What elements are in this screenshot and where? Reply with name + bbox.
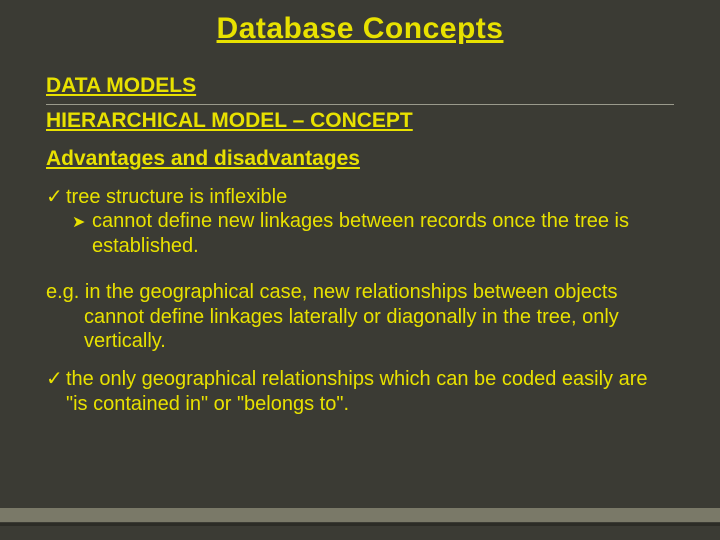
body-text: tree structure is inflexible cannot defi… <box>46 185 674 416</box>
subheading: Advantages and disadvantages <box>46 147 674 171</box>
slide-title: Database Concepts <box>46 0 674 46</box>
list-item: cannot define new linkages between recor… <box>46 209 674 258</box>
footer-bar <box>0 508 720 522</box>
arrow-icon <box>72 209 92 258</box>
bullet-text: cannot define new linkages between recor… <box>92 209 674 258</box>
list-item: tree structure is inflexible <box>46 185 674 209</box>
bullet-text: tree structure is inflexible <box>66 185 674 209</box>
subsection-heading: HIERARCHICAL MODEL – CONCEPT <box>46 109 674 133</box>
paragraph-text: e.g. in the geographical case, new relat… <box>46 280 674 353</box>
paragraph: e.g. in the geographical case, new relat… <box>46 280 674 353</box>
divider <box>46 104 674 105</box>
check-icon <box>46 185 66 209</box>
slide: Database Concepts DATA MODELS HIERARCHIC… <box>0 0 720 540</box>
section-heading: DATA MODELS <box>46 74 674 98</box>
list-item: the only geographical relationships whic… <box>46 367 674 416</box>
bullet-text: the only geographical relationships whic… <box>66 367 674 416</box>
check-icon <box>46 367 66 416</box>
